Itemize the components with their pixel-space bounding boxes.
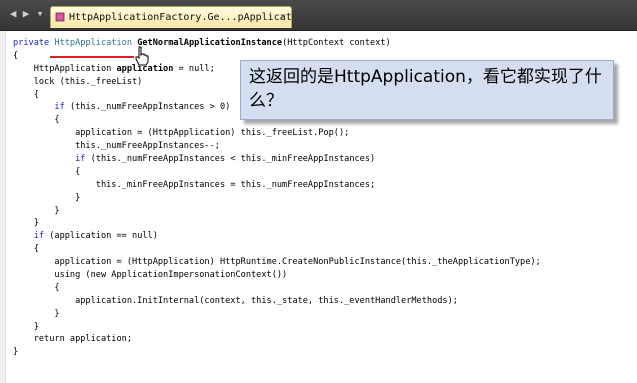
code-token: (application == null): [44, 231, 158, 242]
code-token: {: [13, 282, 60, 293]
code-token: if: [75, 154, 86, 165]
code-token: }: [13, 192, 81, 203]
code-line: }: [13, 346, 541, 359]
dropdown-arrow-icon[interactable]: ▾: [33, 7, 47, 21]
code-token: if: [33, 231, 45, 242]
code-token: }: [13, 321, 39, 332]
code-token: HttpApplication: [54, 38, 138, 48]
code-line: return application;: [13, 333, 541, 346]
code-token: }: [13, 308, 60, 319]
code-line: if (this._numFreeAppInstances < this._mi…: [13, 153, 541, 166]
code-token: = null;: [173, 63, 215, 74]
annotation-callout: 这返回的是HttpApplication，看它都实现了什么？: [240, 60, 614, 120]
code-line: {: [13, 243, 541, 256]
hand-cursor-icon: [135, 46, 149, 66]
code-line: }: [13, 308, 541, 321]
code-line: }: [13, 192, 541, 205]
code-token: GetNormalApplicationInstance: [137, 38, 283, 48]
code-line: application = (HttpApplication) this._fr…: [13, 127, 541, 140]
code-line: this._numFreeAppInstances--;: [13, 140, 541, 153]
code-token: this._numFreeAppInstances--;: [13, 141, 220, 152]
file-icon: [55, 12, 65, 22]
code-line: application.InitInternal(context, this._…: [13, 295, 541, 308]
back-arrow-icon[interactable]: ◀: [6, 7, 20, 21]
code-line: }: [13, 321, 541, 334]
tab-document[interactable]: HttpApplicationFactory.Ge...pApplication…: [50, 6, 292, 28]
code-line: if (application == null): [13, 230, 541, 243]
code-token: {: [13, 89, 39, 100]
code-token: if: [54, 102, 65, 113]
code-token: lock (this._freeList): [13, 76, 143, 87]
code-token: {: [13, 115, 60, 126]
code-token: {: [13, 166, 81, 177]
code-token: using (new ApplicationImpersonationConte…: [13, 270, 288, 281]
code-token: (this._numFreeAppInstances > 0): [64, 102, 231, 113]
callout-text: 这返回的是HttpApplication，看它都实现了什么？: [249, 67, 602, 111]
forward-arrow-icon[interactable]: ▶: [19, 7, 33, 21]
code-token: application = (HttpApplication) HttpRunt…: [13, 257, 541, 268]
code-token: {: [13, 50, 19, 61]
code-line: }: [13, 205, 541, 218]
code-token: this._minFreeAppInstances = this._numFre…: [13, 179, 376, 190]
code-token: }: [13, 218, 39, 229]
code-token: private: [13, 38, 55, 48]
tab-title: HttpApplicationFactory.Ge...pApplication: [69, 12, 292, 23]
code-line: private HttpApplication GetNormalApplica…: [13, 37, 541, 50]
code-token: application = (HttpApplication) this._fr…: [13, 128, 350, 139]
editor-gutter: [0, 31, 6, 383]
close-icon[interactable]: ✕: [281, 7, 286, 28]
code-token: return application;: [13, 334, 132, 345]
code-line: {: [13, 282, 541, 295]
code-token: }: [13, 347, 19, 358]
code-token: HttpApplication: [13, 63, 117, 74]
code-line: }: [13, 217, 541, 230]
code-token: {: [13, 244, 39, 255]
code-line: using (new ApplicationImpersonationConte…: [13, 269, 541, 282]
code-line: {: [13, 166, 541, 179]
code-line: this._minFreeAppInstances = this._numFre…: [13, 179, 541, 192]
editor-toolbar: ◀ ▶ ▾ HttpApplicationFactory.Ge...pAppli…: [0, 0, 637, 31]
code-token: }: [13, 205, 60, 216]
code-token: (HttpContext context): [282, 38, 391, 48]
code-line: application = (HttpApplication) HttpRunt…: [13, 256, 541, 269]
code-token: application.InitInternal(context, this._…: [13, 295, 458, 306]
return-type-underline: [50, 56, 134, 58]
code-token: (this._numFreeAppInstances < this._minFr…: [85, 154, 376, 165]
